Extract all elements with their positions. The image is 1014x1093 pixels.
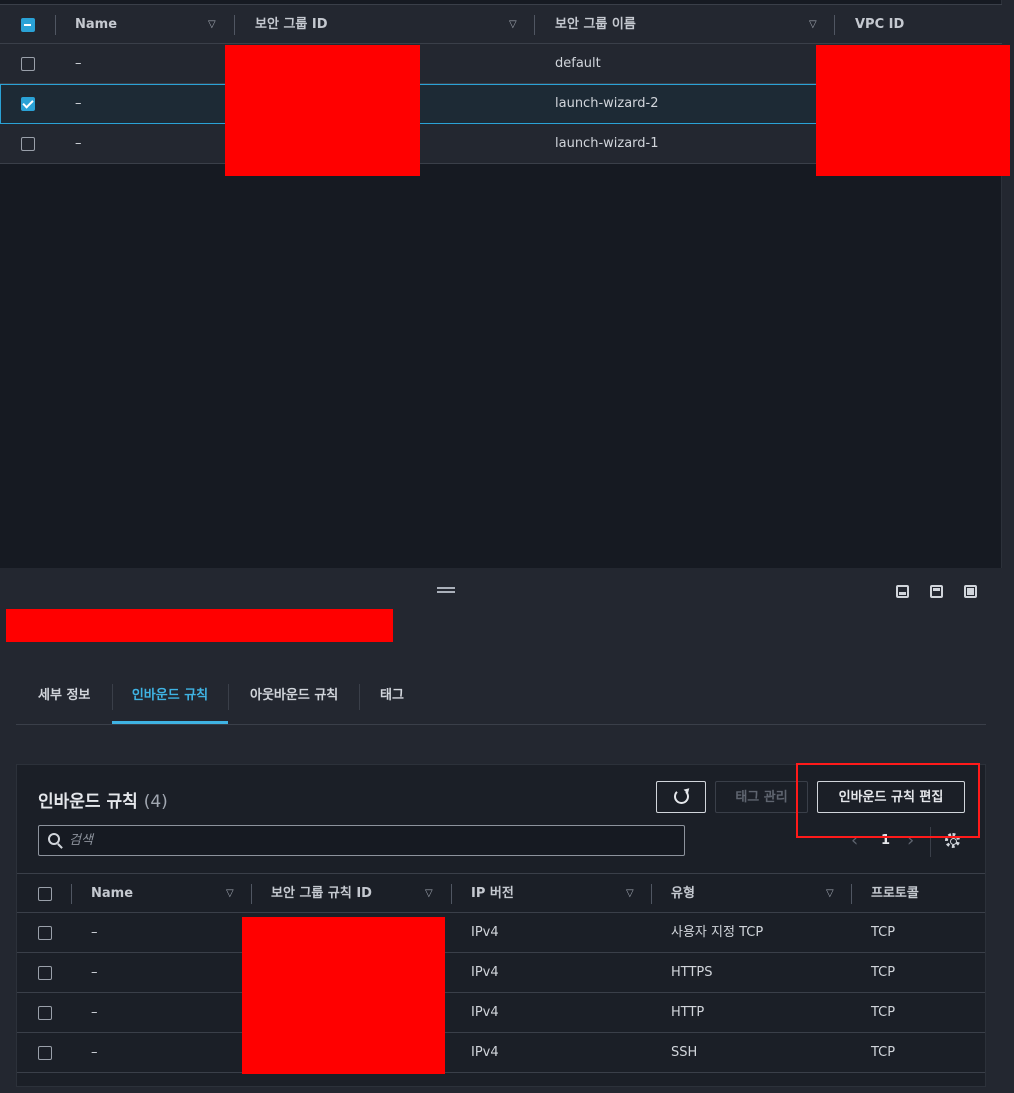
row-group-name: default xyxy=(555,56,601,71)
rule-protocol: TCP xyxy=(871,1045,896,1060)
column-separator[interactable] xyxy=(234,15,235,35)
row-checkbox[interactable] xyxy=(38,1046,52,1060)
tab-outbound-rules[interactable]: 아웃바운드 규칙 xyxy=(250,672,338,724)
panel-splitter xyxy=(0,568,1014,612)
rule-protocol: TCP xyxy=(871,1005,896,1020)
column-separator[interactable] xyxy=(834,15,835,35)
inbound-rules-header-row: Name ▽ 보안 그룹 규칙 ID ▽ IP 버전 ▽ 유형 ▽ 프로토콜 xyxy=(17,873,985,913)
search-input[interactable] xyxy=(69,826,669,854)
redacted-vpc-ids xyxy=(816,45,1010,176)
sort-down-icon[interactable]: ▽ xyxy=(425,874,433,914)
redacted-security-group-ids xyxy=(225,45,420,176)
column-separator xyxy=(55,15,56,35)
split-full-icon[interactable] xyxy=(964,585,977,598)
sort-down-icon[interactable]: ▽ xyxy=(208,5,216,45)
row-group-name: launch-wizard-2 xyxy=(555,96,659,111)
table-row[interactable]: – IPv4 SSH TCP xyxy=(17,1033,985,1073)
column-separator[interactable] xyxy=(534,15,535,35)
detail-tabs: 세부 정보 인바운드 규칙 아웃바운드 규칙 태그 xyxy=(16,672,986,725)
select-all-checkbox[interactable] xyxy=(21,18,35,32)
row-name: – xyxy=(75,136,82,151)
row-checkbox[interactable] xyxy=(38,926,52,940)
sort-down-icon[interactable]: ▽ xyxy=(226,874,234,914)
refresh-icon xyxy=(673,788,689,804)
column-header-name[interactable]: Name xyxy=(75,5,117,45)
column-header-ip-version[interactable]: IP 버전 xyxy=(471,874,514,914)
column-separator[interactable] xyxy=(851,884,852,904)
rule-ip-version: IPv4 xyxy=(471,1005,499,1020)
rule-name: – xyxy=(91,925,98,940)
search-field[interactable] xyxy=(38,825,685,856)
rule-ip-version: IPv4 xyxy=(471,965,499,980)
table-row[interactable]: – IPv4 HTTPS TCP xyxy=(17,953,985,993)
column-header-vpc-id[interactable]: VPC ID xyxy=(855,5,904,45)
tab-separator xyxy=(359,684,360,710)
column-separator[interactable] xyxy=(251,884,252,904)
security-groups-panel: Name ▽ 보안 그룹 ID ▽ 보안 그룹 이름 ▽ VPC ID – de… xyxy=(0,0,1010,568)
rule-ip-version: IPv4 xyxy=(471,925,499,940)
row-checkbox[interactable] xyxy=(38,966,52,980)
annotation-highlight-box xyxy=(796,763,980,838)
rule-ip-version: IPv4 xyxy=(471,1045,499,1060)
redacted-rule-ids xyxy=(242,917,445,1074)
search-icon xyxy=(48,833,60,845)
row-group-name: launch-wizard-1 xyxy=(555,136,659,151)
column-separator[interactable] xyxy=(651,884,652,904)
security-groups-header-row: Name ▽ 보안 그룹 ID ▽ 보안 그룹 이름 ▽ VPC ID xyxy=(0,4,1002,44)
sort-down-icon[interactable]: ▽ xyxy=(809,5,817,45)
rule-name: – xyxy=(91,1045,98,1060)
column-separator xyxy=(71,884,72,904)
row-name: – xyxy=(75,96,82,111)
table-row[interactable]: – IPv4 사용자 지정 TCP TCP xyxy=(17,913,985,953)
row-checkbox[interactable] xyxy=(21,57,35,71)
refresh-button[interactable] xyxy=(656,781,706,813)
table-row[interactable]: – IPv4 HTTP TCP xyxy=(17,993,985,1033)
tab-tags[interactable]: 태그 xyxy=(380,672,404,724)
rule-type: SSH xyxy=(671,1045,698,1060)
rule-type: 사용자 지정 TCP xyxy=(671,925,764,940)
row-checkbox-checked[interactable] xyxy=(21,97,35,111)
rule-name: – xyxy=(91,965,98,980)
row-checkbox[interactable] xyxy=(21,137,35,151)
split-bottom-icon[interactable] xyxy=(896,585,909,598)
sort-down-icon[interactable]: ▽ xyxy=(826,874,834,914)
tab-separator xyxy=(228,684,229,710)
select-all-checkbox[interactable] xyxy=(38,887,52,901)
rule-type: HTTP xyxy=(671,1005,705,1020)
column-header-security-group-name[interactable]: 보안 그룹 이름 xyxy=(555,5,636,45)
column-header-protocol[interactable]: 프로토콜 xyxy=(871,874,919,914)
column-separator[interactable] xyxy=(451,884,452,904)
rule-protocol: TCP xyxy=(871,965,896,980)
row-name: – xyxy=(75,56,82,71)
tab-details[interactable]: 세부 정보 xyxy=(38,672,90,724)
sort-down-icon[interactable]: ▽ xyxy=(626,874,634,914)
rule-type: HTTPS xyxy=(671,965,713,980)
manage-tags-button[interactable]: 태그 관리 xyxy=(715,781,808,813)
column-header-name[interactable]: Name xyxy=(91,874,133,914)
redacted-detail-title xyxy=(6,609,393,642)
tab-inbound-rules[interactable]: 인바운드 규칙 xyxy=(112,672,228,724)
column-header-security-group-id[interactable]: 보안 그룹 ID xyxy=(255,5,328,45)
row-checkbox[interactable] xyxy=(38,1006,52,1020)
inbound-rules-heading: 인바운드 규칙 (4) xyxy=(38,787,168,812)
rule-protocol: TCP xyxy=(871,925,896,940)
column-header-rule-id[interactable]: 보안 그룹 규칙 ID xyxy=(271,874,372,914)
inbound-rules-count: (4) xyxy=(143,792,168,812)
drag-handle-icon[interactable] xyxy=(437,587,455,593)
rule-name: – xyxy=(91,1005,98,1020)
sort-down-icon[interactable]: ▽ xyxy=(509,5,517,45)
split-side-icon[interactable] xyxy=(930,585,943,598)
inbound-rules-title: 인바운드 규칙 xyxy=(38,792,138,812)
column-header-type[interactable]: 유형 xyxy=(671,874,695,914)
